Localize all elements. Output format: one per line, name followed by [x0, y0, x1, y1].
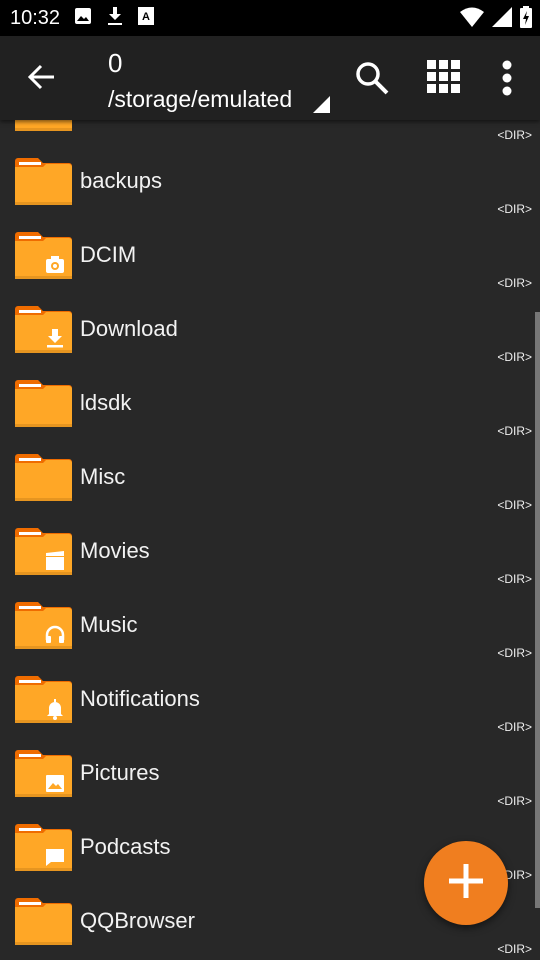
page-title: 0 [108, 48, 123, 78]
path-selector[interactable]: /storage/emulated [108, 86, 292, 113]
search-icon[interactable] [354, 60, 390, 101]
file-type: <DIR> [497, 276, 532, 290]
list-item[interactable]: Movies <DIR> [0, 514, 540, 588]
file-type: <DIR> [497, 646, 532, 660]
more-vert-icon[interactable] [500, 60, 514, 101]
folder-download-icon [15, 306, 72, 353]
folder-movie-icon [15, 528, 72, 575]
file-name: Notifications [80, 686, 200, 711]
file-name: Music [80, 612, 138, 637]
file-type: <DIR> [497, 128, 532, 142]
file-name: Movies [80, 538, 150, 563]
file-type: <DIR> [497, 498, 532, 512]
file-name: backups [80, 168, 162, 193]
file-type: <DIR> [497, 202, 532, 216]
a-notification-icon: A [138, 6, 155, 30]
status-time: 10:32 [10, 6, 61, 29]
wifi-icon [460, 7, 484, 32]
list-item[interactable]: Music <DIR> [0, 588, 540, 662]
add-button[interactable] [424, 841, 508, 925]
dropdown-triangle-icon[interactable] [313, 96, 330, 113]
folder-icon [15, 898, 72, 945]
file-type: <DIR> [497, 794, 532, 808]
list-item[interactable]: Misc <DIR> [0, 440, 540, 514]
folder-icon [15, 158, 72, 205]
list-item[interactable]: ldsdk <DIR> [0, 366, 540, 440]
list-item[interactable]: Pictures <DIR> [0, 736, 540, 810]
add-icon [449, 863, 483, 903]
file-name: QQBrowser [80, 908, 195, 933]
list-item[interactable]: DCIM <DIR> [0, 218, 540, 292]
folder-icon [15, 454, 72, 501]
file-name: Download [80, 316, 178, 341]
folder-icon [15, 380, 72, 427]
folder-headphones-icon [15, 602, 72, 649]
file-name: Pictures [80, 760, 160, 785]
grid-view-icon[interactable] [427, 60, 461, 99]
battery-charging-icon [520, 6, 532, 33]
svg-text:A: A [142, 11, 150, 23]
folder-chat-icon [15, 824, 72, 871]
file-type: <DIR> [497, 350, 532, 364]
image-icon [74, 7, 92, 30]
download-icon [106, 6, 124, 31]
file-type: <DIR> [497, 572, 532, 586]
file-name: Podcasts [80, 834, 171, 859]
folder-camera-icon [15, 232, 72, 279]
folder-image-icon [15, 750, 72, 797]
signal-icon [492, 7, 512, 32]
file-type: <DIR> [497, 424, 532, 438]
scrollbar[interactable] [535, 312, 540, 908]
file-type: <DIR> [497, 942, 532, 956]
file-name: DCIM [80, 242, 137, 267]
back-icon[interactable] [26, 62, 56, 97]
file-list: <DIR> backups <DIR> DCIM <DIR> Download … [0, 0, 540, 960]
file-name: Misc [80, 464, 126, 489]
folder-bell-icon [15, 676, 72, 723]
status-bar: 10:32 A [0, 0, 540, 36]
file-type: <DIR> [497, 720, 532, 734]
app-bar: 0 /storage/emulated [0, 36, 540, 120]
file-name: ldsdk [80, 390, 132, 415]
list-item[interactable]: Download <DIR> [0, 292, 540, 366]
list-item[interactable]: backups <DIR> [0, 144, 540, 218]
list-item[interactable]: Notifications <DIR> [0, 662, 540, 736]
